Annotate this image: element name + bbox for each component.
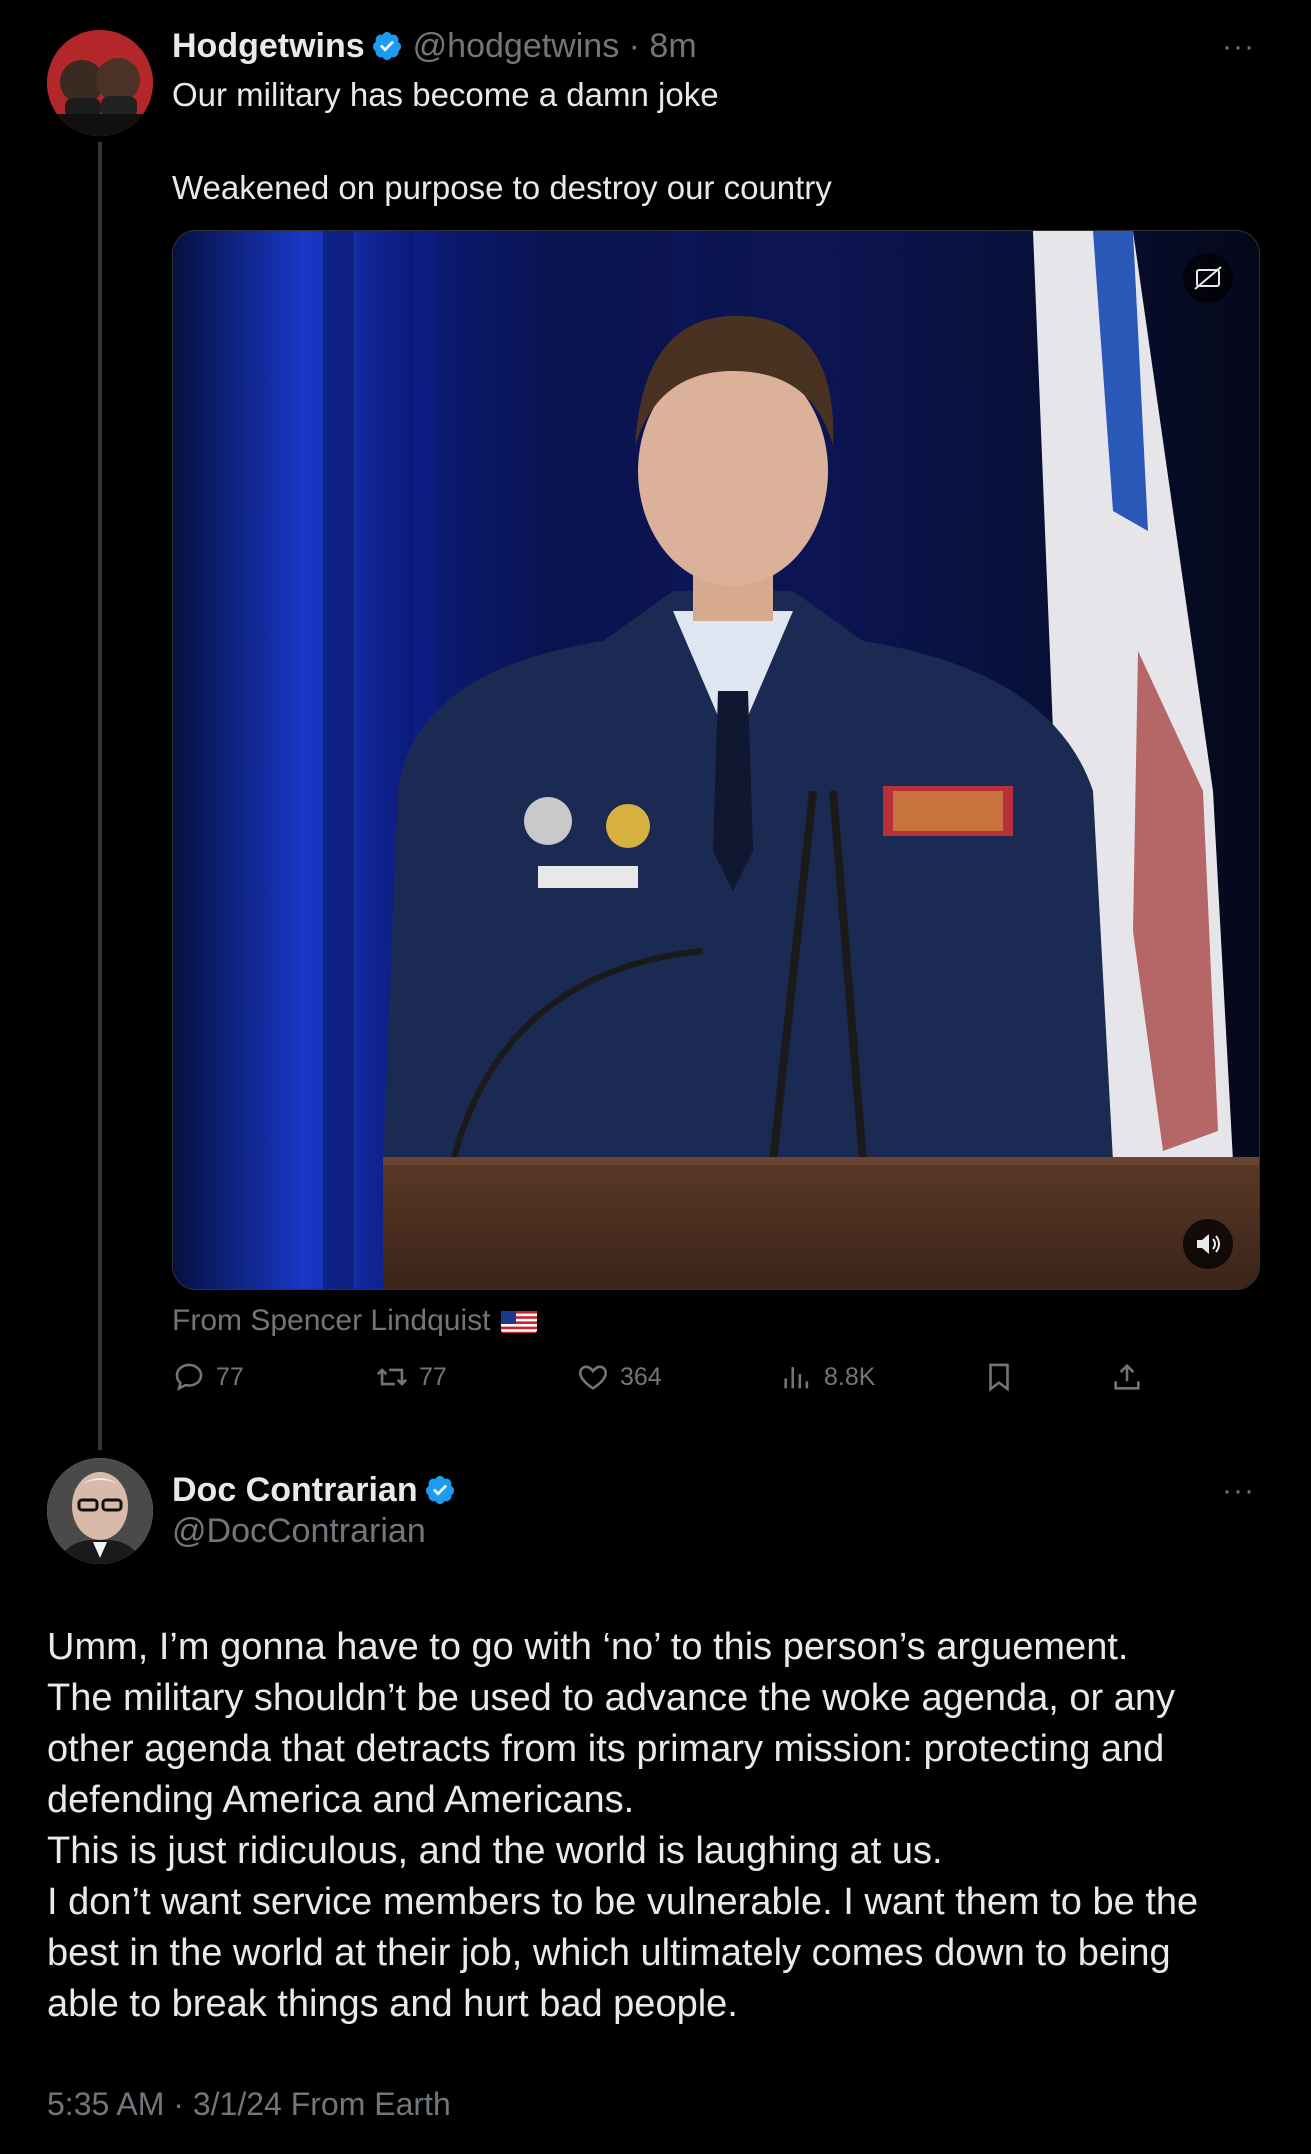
avatar-hodgetwins[interactable] [47, 30, 153, 136]
reply-icon [175, 1363, 203, 1391]
post-timestamp[interactable]: 5:35 AM · 3/1/24 From Earth [47, 2086, 451, 2123]
more-options-button[interactable]: ··· [1222, 30, 1255, 64]
author-handle[interactable]: @hodgetwins [413, 27, 620, 66]
author-name[interactable]: Hodgetwins [172, 27, 365, 66]
tweet-text-line: best in the world at their job, which ul… [47, 1932, 1171, 1974]
like-count: 364 [620, 1362, 662, 1391]
source-prefix: From [172, 1304, 251, 1337]
video-player[interactable] [172, 230, 1260, 1290]
video-source-attribution[interactable]: From Spencer Lindquist [172, 1304, 537, 1338]
tweet-text-line: Our military has become a damn joke [172, 76, 719, 113]
mute-toggle-button[interactable] [1183, 1219, 1233, 1269]
repost-count: 77 [419, 1362, 447, 1391]
verified-badge-icon [425, 1476, 454, 1504]
source-name[interactable]: Spencer Lindquist [250, 1304, 490, 1338]
us-flag-icon [500, 1309, 537, 1333]
autoplay-off-button[interactable] [1183, 253, 1233, 303]
bookmark-button[interactable] [982, 1360, 1016, 1394]
tweet-text-line: other agenda that detracts from its prim… [47, 1728, 1165, 1770]
reply-button[interactable]: 77 [172, 1360, 244, 1394]
tweet-text-line: This is just ridiculous, and the world i… [47, 1830, 943, 1872]
tweet-text-line: Weakened on purpose to destroy our count… [172, 169, 832, 206]
tweet-body: Umm, I’m gonna have to go with ‘no’ to t… [47, 1622, 1277, 2030]
parent-tweet-header: Hodgetwins @hodgetwins · 8m [172, 24, 697, 68]
share-icon [1114, 1363, 1140, 1390]
thread-connector-line [98, 142, 102, 1450]
views-icon [784, 1367, 809, 1389]
time-separator: · [619, 26, 650, 65]
author-name[interactable]: Doc Contrarian [172, 1471, 418, 1510]
autoplay-off-icon [1194, 266, 1222, 290]
verified-badge-icon [372, 32, 401, 60]
like-button[interactable]: 364 [576, 1360, 662, 1394]
repost-button[interactable]: 77 [375, 1360, 447, 1394]
repost-icon [376, 1368, 408, 1386]
view-count: 8.8K [824, 1362, 876, 1391]
avatar-doc-contrarian[interactable] [47, 1458, 153, 1564]
main-tweet-header: Doc Contrarian [172, 1468, 456, 1512]
more-options-button[interactable]: ··· [1222, 1474, 1255, 1508]
speaker-icon [1197, 1234, 1220, 1254]
tweet-text-line: defending America and Americans. [47, 1779, 635, 1821]
tweet-text-line: Umm, I’m gonna have to go with ‘no’ to t… [47, 1626, 1129, 1668]
share-button[interactable] [1110, 1360, 1144, 1394]
tweet-text-line: The military shouldn’t be used to advanc… [47, 1677, 1176, 1719]
post-time[interactable]: 8m [649, 27, 696, 66]
author-handle[interactable]: @DocContrarian [172, 1512, 426, 1551]
views-button[interactable]: 8.8K [780, 1360, 875, 1394]
bookmark-icon [989, 1363, 1009, 1392]
video-frame [173, 231, 1259, 1289]
tweet-text-line: able to break things and hurt bad people… [47, 1983, 738, 2025]
tweet-text-line: I don’t want service members to be vulne… [47, 1881, 1199, 1923]
heart-icon [579, 1365, 607, 1390]
reply-count: 77 [216, 1362, 244, 1391]
